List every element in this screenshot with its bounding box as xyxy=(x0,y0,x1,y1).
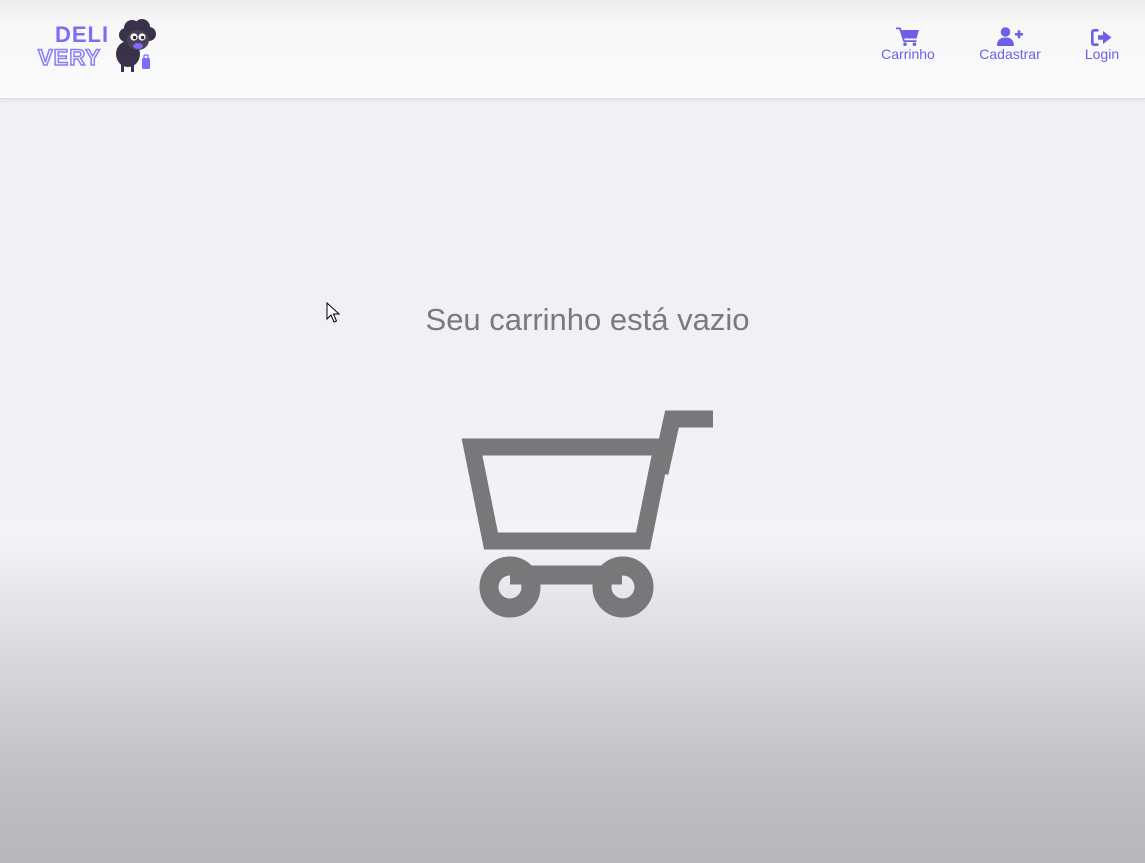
nav-register-label: Cadastrar xyxy=(979,46,1041,62)
user-plus-icon xyxy=(997,24,1023,46)
empty-cart-message: Seu carrinho está vazio xyxy=(425,302,750,337)
delivery-logo[interactable]: DELI VERY xyxy=(36,18,156,74)
nav-cart-link[interactable]: Carrinho xyxy=(873,24,943,66)
top-header: DELI VERY Carrinho Cadastrar Login xyxy=(0,0,1145,99)
mouse-cursor-icon xyxy=(326,302,340,323)
nav-login-link[interactable]: Login xyxy=(1078,24,1126,66)
empty-cart-icon xyxy=(461,410,713,618)
nav-login-label: Login xyxy=(1084,46,1120,62)
logo-text-deli: DELI xyxy=(55,22,110,47)
nav-cart-label: Carrinho xyxy=(881,46,935,62)
sheep-mascot-icon xyxy=(116,19,156,72)
cart-icon xyxy=(896,24,920,46)
nav-register-link[interactable]: Cadastrar xyxy=(970,24,1050,66)
logo-text-very: VERY xyxy=(37,45,102,70)
sign-in-icon xyxy=(1091,24,1113,46)
